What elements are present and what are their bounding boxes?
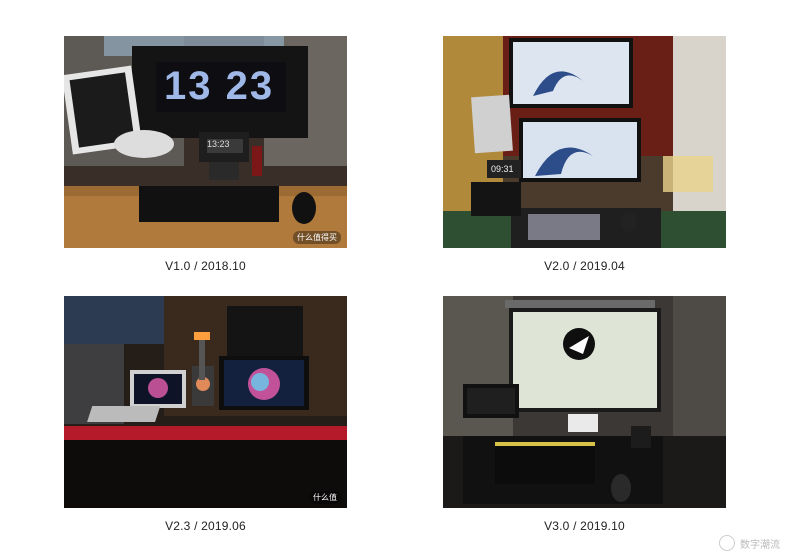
caption-v2-3: V2.3 / 2019.06 — [165, 519, 246, 533]
photo-v2-3-scene — [64, 296, 347, 508]
photo-v3 — [443, 296, 726, 508]
big-clock: 13 23 — [164, 64, 275, 108]
photo-v2-3: 什么值 — [64, 296, 347, 508]
photo-v3-scene — [443, 296, 726, 508]
caption-v3: V3.0 / 2019.10 — [544, 519, 625, 533]
photo-v1: 13 23 13:23 什么值得买 — [64, 36, 347, 248]
photo-v2-scene — [443, 36, 726, 248]
watermark: 什么值得买 — [293, 231, 341, 244]
corner-mark: 数字潮流 — [719, 535, 780, 551]
photo-v2: 09:31 — [443, 36, 726, 248]
caption-v1: V1.0 / 2018.10 — [165, 259, 246, 273]
small-clock: 13:23 — [207, 139, 230, 149]
watermark: 什么值 — [309, 491, 341, 504]
logo-icon — [719, 535, 735, 551]
caption-v2: V2.0 / 2019.04 — [544, 259, 625, 273]
corner-mark-text: 数字潮流 — [740, 539, 780, 551]
small-clock: 09:31 — [491, 164, 514, 174]
